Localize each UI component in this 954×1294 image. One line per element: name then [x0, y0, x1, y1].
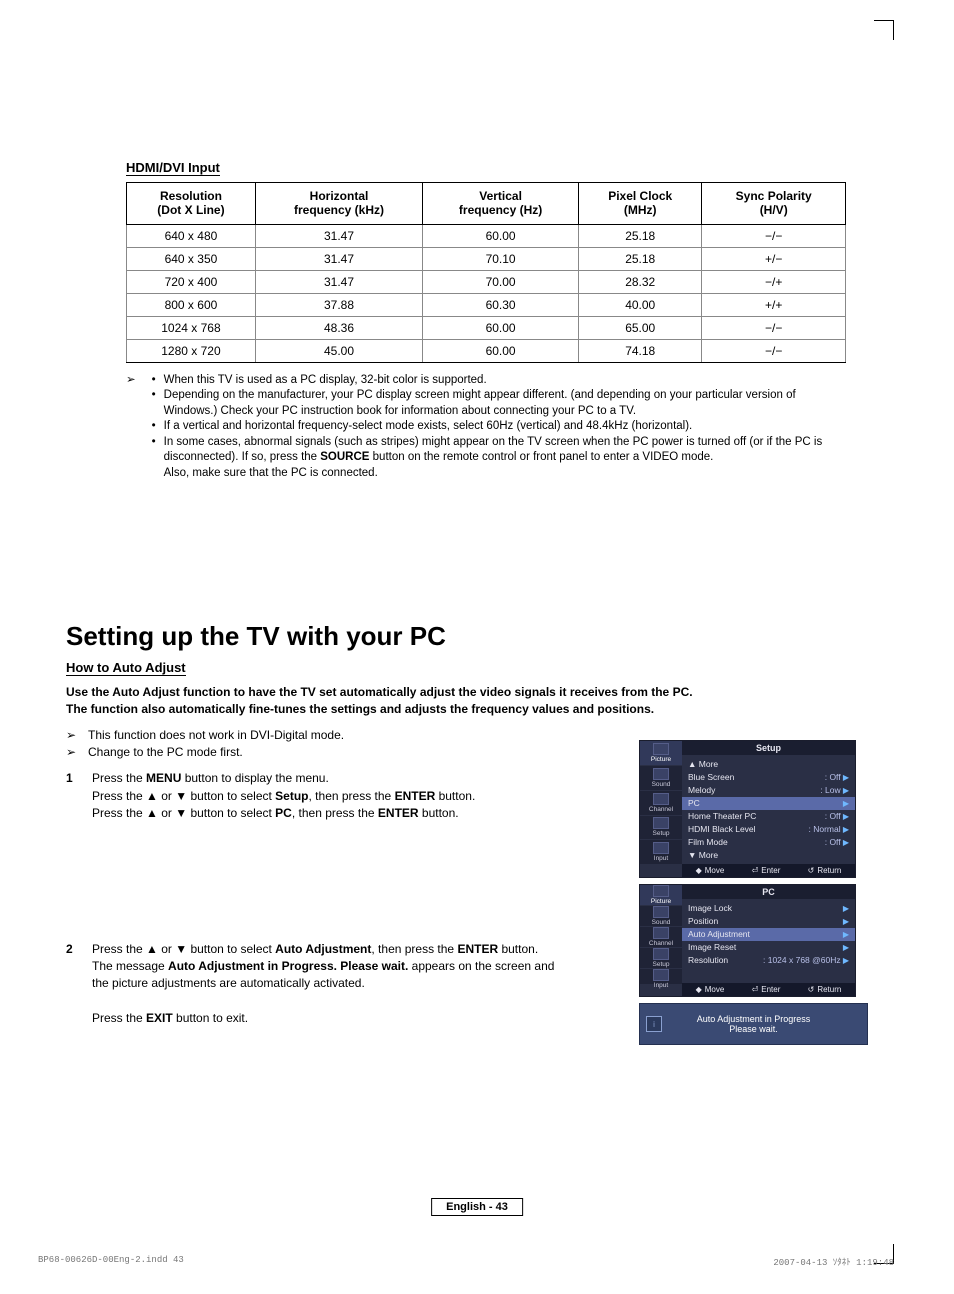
table-row: 720 x 40031.4770.0028.32−/+: [127, 270, 846, 293]
osd-row: Blue Screen: Off ▶: [688, 771, 849, 784]
osd-row: ▼ More: [688, 849, 849, 862]
hdmi-dvi-table: Resolution(Dot X Line)Horizontalfrequenc…: [126, 182, 846, 363]
section-title-hdmi: HDMI/DVI Input: [126, 160, 220, 176]
osd-row: Melody: Low ▶: [688, 784, 849, 797]
page-heading: Setting up the TV with your PC: [66, 621, 888, 652]
chevron-right-icon: ▶: [841, 812, 849, 821]
chevron-right-icon: ▶: [843, 943, 849, 952]
osd-tab-icon: [653, 793, 669, 805]
osd-row: ▲ More: [688, 758, 849, 771]
table-row: 800 x 60037.8860.3040.00+/+: [127, 293, 846, 316]
osd-tab-icon: [653, 969, 669, 981]
chevron-right-icon: ▶: [841, 786, 849, 795]
intro-line-1: Use the Auto Adjust function to have the…: [66, 684, 786, 700]
note-item: If a vertical and horizontal frequency-s…: [164, 419, 846, 435]
chevron-right-icon: ▶: [841, 956, 849, 965]
osd-pc: T V PictureSoundChannelSetupInput PC Ima…: [639, 884, 856, 997]
osd-tab: Setup: [640, 816, 682, 841]
info-icon: i: [646, 1016, 662, 1032]
osd-tab: Picture: [640, 885, 682, 906]
osd-row: Film Mode: Off ▶: [688, 836, 849, 849]
osd-tab: Channel: [640, 791, 682, 816]
osd-tab-icon: [653, 906, 669, 918]
table-row: 1280 x 72045.0060.0074.18−/−: [127, 339, 846, 362]
table-header: Resolution(Dot X Line): [127, 183, 256, 225]
table-notes: ➢ When this TV is used as a PC display, …: [126, 373, 846, 482]
osd-row: Resolution: 1024 x 768 @60Hz ▶: [688, 954, 849, 967]
osd-toast: i Auto Adjustment in Progress Please wai…: [639, 1003, 868, 1045]
intro-line-2: The function also automatically fine-tun…: [66, 701, 786, 717]
table-row: 1024 x 76848.3660.0065.00−/−: [127, 316, 846, 339]
page-number: English - 43: [431, 1198, 523, 1216]
table-header: Verticalfrequency (Hz): [423, 183, 579, 225]
osd-tab-icon: [653, 743, 669, 755]
chevron-right-icon: ▶: [841, 773, 849, 782]
osd-tab: Channel: [640, 927, 682, 948]
osd-row: Position ▶: [688, 915, 849, 928]
osd-tab: Sound: [640, 766, 682, 791]
osd-tab-icon: [653, 885, 669, 897]
osd-row: Auto Adjustment ▶: [682, 928, 855, 941]
chevron-right-icon: ▶: [843, 917, 849, 926]
osd-tab: Sound: [640, 906, 682, 927]
osd-tab-icon: [653, 842, 669, 854]
osd-row: PC ▶: [682, 797, 855, 810]
table-row: 640 x 35031.4770.1025.18+/−: [127, 247, 846, 270]
osd-tab: Setup: [640, 948, 682, 969]
note-item: Depending on the manufacturer, your PC d…: [164, 388, 846, 419]
osd-row: HDMI Black Level: Normal ▶: [688, 823, 849, 836]
osd-tab: Input: [640, 969, 682, 990]
chevron-right-icon: ▶: [841, 825, 849, 834]
osd-tab-icon: [653, 927, 669, 939]
osd-footer: ◆Move ⏎Enter ↺Return: [682, 864, 855, 877]
table-row: 640 x 48031.4760.0025.18−/−: [127, 224, 846, 247]
table-header: Pixel Clock(MHz): [579, 183, 702, 225]
print-footer: BP68-00626D-00Eng-2.indd 43 2007-04-13 ｿ…: [38, 1255, 894, 1268]
chevron-right-icon: ▶: [843, 799, 849, 808]
howto-title: How to Auto Adjust: [66, 660, 186, 676]
osd-footer: ◆Move ⏎Enter ↺Return: [682, 983, 855, 996]
chevron-right-icon: ▶: [843, 930, 849, 939]
osd-tab-icon: [653, 948, 669, 960]
intro-text: Use the Auto Adjust function to have the…: [66, 684, 786, 716]
chevron-right-icon: ▶: [843, 904, 849, 913]
osd-title: Setup: [682, 741, 855, 755]
table-header: Horizontalfrequency (kHz): [255, 183, 422, 225]
osd-setup: T V PictureSoundChannelSetupInput Setup …: [639, 740, 856, 878]
note-arrow: ➢: [126, 373, 136, 482]
osd-tab-icon: [653, 817, 669, 829]
osd-tab-icon: [653, 768, 669, 780]
osd-row: Image Reset ▶: [688, 941, 849, 954]
osd-row: Home Theater PC: Off ▶: [688, 810, 849, 823]
table-header: Sync Polarity(H/V): [702, 183, 846, 225]
osd-title: PC: [682, 885, 855, 899]
osd-tab: Input: [640, 840, 682, 865]
note-item: In some cases, abnormal signals (such as…: [164, 435, 846, 482]
osd-row: Image Lock ▶: [688, 902, 849, 915]
chevron-right-icon: ▶: [841, 838, 849, 847]
note-item: When this TV is used as a PC display, 32…: [164, 373, 846, 389]
osd-tab: Picture: [640, 741, 682, 766]
